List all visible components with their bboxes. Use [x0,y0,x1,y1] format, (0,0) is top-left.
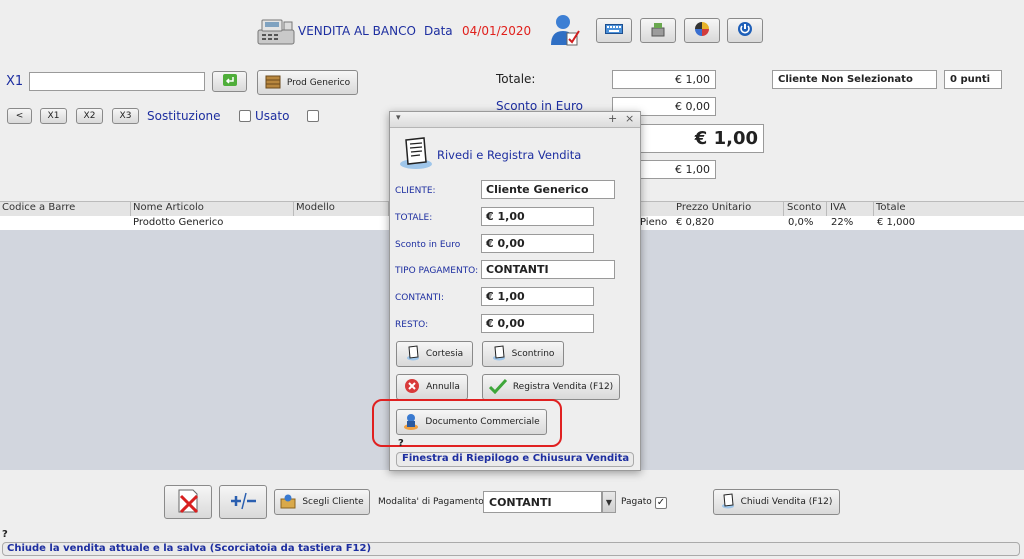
cash-register-logo-icon [256,16,296,46]
enter-arrow-icon [222,74,237,89]
totale-label: TOTALE: [395,213,433,223]
col-codice-a-barre[interactable]: Codice a Barre [0,202,131,216]
prod-generico-button[interactable]: Prod Generico [257,70,358,95]
qty-back-button[interactable]: < [7,108,32,124]
totale-label: Totale: [496,72,536,86]
cash-register-icon [650,21,666,40]
barcode-search-input[interactable] [29,72,205,91]
registra-vendita-button[interactable]: Registra Vendita (F12) [482,374,620,400]
totale-field: € 1,00 [481,207,594,226]
cliente-label: CLIENTE: [395,186,436,196]
scontrino-button[interactable]: Scontrino [482,341,564,367]
cliente-field: Cliente Generico [481,180,615,199]
contanti-field[interactable]: € 1,00 [481,287,594,306]
color-wheel-icon [694,21,710,40]
sostituzione-checkbox[interactable] [239,110,251,122]
keyboard-button[interactable] [596,18,632,43]
col-iva[interactable]: IVA [828,202,874,216]
status-question: ? [2,529,8,540]
annulla-label: Annulla [426,382,460,392]
modalita-label: Modalita' di Pagamento [378,497,484,507]
page-title: VENDITA AL BANCO [298,24,416,38]
sconto-label: Sconto in Euro [395,240,461,250]
delete-document-icon [175,488,201,517]
receipt-small-icon [406,344,420,364]
usato-label: Usato [255,109,290,123]
tooltip-question: ? [398,438,404,449]
cliente-field: Cliente Non Selezionato [772,70,937,89]
col-sconto[interactable]: Sconto [785,202,827,216]
prod-generico-label: Prod Generico [286,77,351,88]
receipt-icon [398,136,434,170]
registra-vendita-label: Registra Vendita (F12) [512,382,614,392]
row-partial: Pieno [640,217,668,228]
delete-sale-button[interactable] [164,485,212,519]
modalita-select[interactable]: CONTANTI [483,491,602,513]
modalita-dropdown-button[interactable]: ▼ [602,491,616,513]
row-iva: 22% [831,217,854,228]
chiudi-vendita-label: Chiudi Vendita (F12) [740,497,833,507]
dialog-title: Rivedi e Registra Vendita [437,148,582,162]
scegli-cliente-label: Scegli Cliente [302,497,364,507]
cortesia-label: Cortesia [425,349,464,359]
annulla-button[interactable]: Annulla [396,374,468,400]
x1-label: X1 [6,74,24,89]
resto-field: € 0,00 [481,314,594,333]
col-totale[interactable]: Totale [874,202,1024,216]
qty-x3-button[interactable]: X3 [112,108,139,124]
totale-field: € 1,00 [612,70,716,89]
window-maximize-icon[interactable]: + [608,112,617,125]
customer-icon [280,493,296,512]
user-avatar-icon[interactable] [549,13,581,47]
checkmark-icon [488,378,507,397]
sostituzione-label: Sostituzione [147,109,221,123]
cancel-icon [404,378,420,397]
punti-field: 0 punti [944,70,1002,89]
scontrino-label: Scontrino [511,349,555,359]
tipo-pagamento-label: TIPO PAGAMENTO: [395,266,479,276]
contanti-label: CONTANTI: [395,293,444,303]
riepilogo-dialog: ▾ + × Rivedi e Registra Vendita CLIENTE:… [372,111,641,471]
date-value: 04/01/2020 [462,24,532,38]
cash-register-button[interactable] [640,18,676,43]
sconto-field[interactable]: € 0,00 [481,234,594,253]
qty-x2-button[interactable]: X2 [76,108,103,124]
plus-minus-button[interactable] [219,485,267,519]
plus-minus-icon [228,491,258,514]
receipt-small-icon [721,492,735,512]
chiudi-vendita-button[interactable]: Chiudi Vendita (F12) [713,489,840,515]
chevron-down-icon: ▼ [605,497,613,507]
window-close-icon[interactable]: × [625,112,634,125]
color-wheel-button[interactable] [684,18,720,43]
dialog-footer: Finestra di Riepilogo e Chiusura Vendita [396,452,634,467]
usato-checkbox[interactable] [307,110,319,122]
enter-button[interactable] [212,71,247,92]
pagato-label: Pagato [621,497,652,507]
resto-label: RESTO: [395,320,429,330]
row-totale: € 1,000 [877,217,916,228]
keyboard-icon [605,24,623,37]
col-prezzo-unitario[interactable]: Prezzo Unitario [674,202,784,216]
dialog-titlebar[interactable]: ▾ + × [390,112,640,128]
box-icon [265,73,281,92]
row-prezzo: € 0,820 [676,217,715,228]
col-modello[interactable]: Modello [294,202,389,216]
status-bar: Chiude la vendita attuale e la salva (Sc… [2,542,1020,556]
date-label: Data [424,24,453,38]
window-menu-icon[interactable]: ▾ [396,113,401,123]
receipt-small-icon [492,344,506,364]
scegli-cliente-button[interactable]: Scegli Cliente [274,489,370,515]
tipo-pagamento-field[interactable]: CONTANTI [481,260,615,279]
power-button[interactable] [727,18,763,43]
qty-x1-button[interactable]: X1 [40,108,67,124]
col-nome-articolo[interactable]: Nome Articolo [131,202,294,216]
pagato-checkbox[interactable]: ✓ [655,497,667,509]
row-sconto: 0,0% [788,217,814,228]
cortesia-button[interactable]: Cortesia [396,341,473,367]
check-icon: ✓ [656,497,666,508]
power-icon [737,21,753,40]
row-nome: Prodotto Generico [133,217,224,228]
